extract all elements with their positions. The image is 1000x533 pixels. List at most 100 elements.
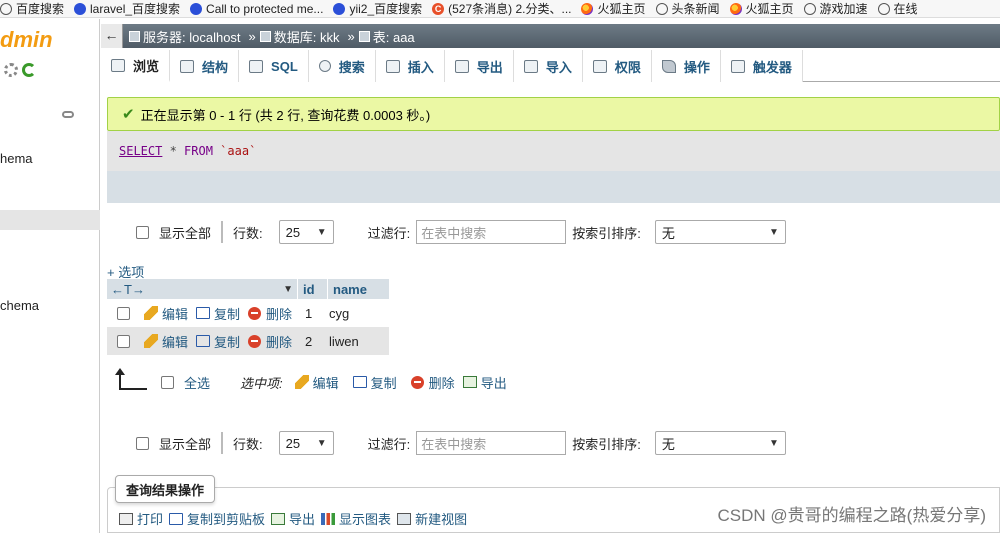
column-header-id[interactable]: id bbox=[297, 279, 327, 299]
edit-row-link[interactable]: 编辑 bbox=[144, 332, 188, 351]
cell-name[interactable]: cyg bbox=[324, 306, 354, 321]
table-row: 编辑 复制 删除 1 cyg bbox=[107, 299, 383, 327]
select-all-checkbox[interactable] bbox=[161, 375, 174, 389]
import-icon bbox=[523, 59, 538, 73]
column-arrows[interactable]: ←T→ ▼ bbox=[107, 279, 297, 299]
bookmark-online[interactable]: 在线 bbox=[877, 0, 918, 17]
refresh-icon[interactable] bbox=[22, 63, 36, 77]
tab-export[interactable]: 导出 bbox=[444, 50, 514, 82]
breadcrumb-server[interactable]: 服务器: localhost bbox=[129, 27, 241, 46]
sql-keyword-select[interactable]: SELECT bbox=[119, 144, 162, 158]
server-icon bbox=[129, 30, 140, 42]
tab-triggers[interactable]: 触发器 bbox=[720, 50, 803, 82]
filter-input[interactable]: 在表中搜索 bbox=[416, 431, 567, 455]
copy-row-link[interactable]: 复制 bbox=[196, 304, 240, 323]
bookmark-baidu[interactable]: 百度搜索 bbox=[0, 0, 64, 17]
select-all-label[interactable]: 全选 bbox=[184, 373, 210, 392]
sidebar-db-performance-schema[interactable]: chema bbox=[0, 298, 39, 313]
delete-row-link[interactable]: 删除 bbox=[248, 332, 292, 351]
sort-label: 按索引排序: bbox=[572, 225, 641, 241]
database-icon bbox=[259, 30, 271, 42]
tab-privileges[interactable]: 权限 bbox=[582, 50, 652, 82]
navigation-row-bottom: 显示全部 行数: 25 ▼ 过滤行: 在表中搜索 按索引排序: 无 ▼ bbox=[107, 428, 1000, 458]
breadcrumb-database[interactable]: 数据库: kkk bbox=[259, 27, 340, 46]
cell-id[interactable]: 1 bbox=[300, 306, 324, 321]
chevron-down-icon: ▼ bbox=[768, 437, 779, 449]
navigation-row-top: 显示全部 行数: 25 ▼ 过滤行: 在表中搜索 按索引排序: 无 ▼ bbox=[107, 217, 1000, 247]
show-all-checkbox[interactable] bbox=[136, 225, 149, 239]
filter-input[interactable]: 在表中搜索 bbox=[416, 220, 567, 244]
bookmark-laravel[interactable]: laravel_百度搜索 bbox=[74, 0, 180, 17]
bookmark-call-protected[interactable]: Call to protected me... bbox=[190, 0, 323, 17]
sql-query-display: SELECT * FROM `aaa` bbox=[107, 131, 1000, 171]
tab-structure[interactable]: 结构 bbox=[170, 50, 240, 82]
edit-row-link[interactable]: 编辑 bbox=[144, 304, 188, 323]
cell-id[interactable]: 2 bbox=[300, 334, 324, 349]
tab-operations[interactable]: 操作 bbox=[651, 50, 721, 82]
sort-select[interactable]: 无 ▼ bbox=[654, 431, 786, 455]
export-button[interactable]: 导出 bbox=[271, 509, 315, 528]
with-selected-label: 选中项: bbox=[240, 375, 283, 391]
sidebar-selected-item[interactable] bbox=[0, 210, 100, 230]
bookmark-firefox-home[interactable]: 火狐主页 bbox=[581, 0, 646, 17]
tab-search[interactable]: 搜索 bbox=[308, 50, 376, 82]
sort-label: 按索引排序: bbox=[572, 436, 641, 452]
bookmark-csdn[interactable]: C (527条消息) 2.分类、... bbox=[432, 0, 571, 17]
rows-select[interactable]: 25 ▼ bbox=[278, 431, 334, 455]
printer-icon bbox=[119, 512, 133, 525]
paw-icon bbox=[333, 2, 346, 15]
bulk-edit-button[interactable]: 编辑 bbox=[294, 373, 339, 392]
chevron-down-icon: ▼ bbox=[316, 437, 327, 449]
query-results-operations-title: 查询结果操作 bbox=[115, 475, 216, 503]
globe-icon bbox=[803, 2, 816, 15]
bulk-copy-button[interactable]: 复制 bbox=[352, 373, 397, 392]
tab-browse[interactable]: 浏览 bbox=[101, 50, 171, 82]
create-view-button[interactable]: 新建视图 bbox=[397, 509, 467, 528]
phpmyadmin-logo[interactable]: dmin bbox=[0, 27, 53, 53]
copy-to-clipboard-button[interactable]: 复制到剪贴板 bbox=[169, 509, 265, 528]
bulk-export-button[interactable]: 导出 bbox=[462, 373, 507, 392]
firefox-icon bbox=[581, 2, 594, 15]
display-chart-button[interactable]: 显示图表 bbox=[321, 509, 391, 528]
paw-icon bbox=[190, 2, 203, 15]
divider bbox=[221, 221, 224, 243]
rows-select[interactable]: 25 ▼ bbox=[278, 220, 334, 244]
bookmark-toutiao[interactable]: 头条新闻 bbox=[655, 0, 720, 17]
pencil-icon bbox=[294, 375, 309, 389]
cell-name[interactable]: liwen bbox=[324, 334, 364, 349]
copy-icon bbox=[352, 376, 367, 388]
row-checkbox[interactable] bbox=[117, 306, 130, 320]
tab-sql[interactable]: SQL bbox=[239, 50, 309, 82]
show-all-checkbox[interactable] bbox=[136, 436, 149, 450]
show-all-label: 显示全部 bbox=[159, 225, 212, 241]
breadcrumb-separator: » bbox=[347, 28, 355, 44]
bulk-delete-button[interactable]: 删除 bbox=[410, 373, 455, 392]
export-icon bbox=[271, 512, 286, 525]
copy-row-link[interactable]: 复制 bbox=[196, 332, 240, 351]
chevron-down-icon: ▼ bbox=[768, 226, 779, 238]
link-icon[interactable] bbox=[62, 111, 74, 118]
bookmark-game-accel[interactable]: 游戏加速 bbox=[803, 0, 868, 17]
bookmark-firefox-home-2[interactable]: 火狐主页 bbox=[729, 0, 794, 17]
row-checkbox[interactable] bbox=[117, 334, 130, 348]
export-icon bbox=[462, 376, 477, 388]
query-results-actions: 打印 复制到剪贴板 导出 显示图表 新建视图 bbox=[119, 509, 473, 528]
dropdown-arrow-icon[interactable]: ▼ bbox=[283, 284, 293, 295]
copy-icon bbox=[196, 307, 211, 319]
bookmark-yii2[interactable]: yii2_百度搜索 bbox=[333, 0, 422, 17]
tab-insert[interactable]: 插入 bbox=[375, 50, 445, 82]
tab-import[interactable]: 导入 bbox=[513, 50, 583, 82]
delete-row-link[interactable]: 删除 bbox=[248, 304, 292, 323]
chevron-down-icon: ▼ bbox=[316, 226, 327, 238]
column-header-name[interactable]: name bbox=[327, 279, 383, 299]
sidebar-tools bbox=[4, 63, 36, 77]
bulk-actions: 全选 选中项: 编辑 复制 删除 导出 bbox=[107, 368, 515, 395]
sort-select[interactable]: 无 ▼ bbox=[654, 220, 786, 244]
copy-icon bbox=[169, 512, 184, 525]
breadcrumb-table[interactable]: 表: aaa bbox=[358, 27, 415, 46]
back-button[interactable]: ← bbox=[101, 24, 123, 48]
copy-icon bbox=[196, 335, 211, 347]
sidebar-db-information-schema[interactable]: hema bbox=[0, 151, 33, 166]
gear-icon[interactable] bbox=[4, 63, 18, 77]
print-button[interactable]: 打印 bbox=[119, 509, 163, 528]
